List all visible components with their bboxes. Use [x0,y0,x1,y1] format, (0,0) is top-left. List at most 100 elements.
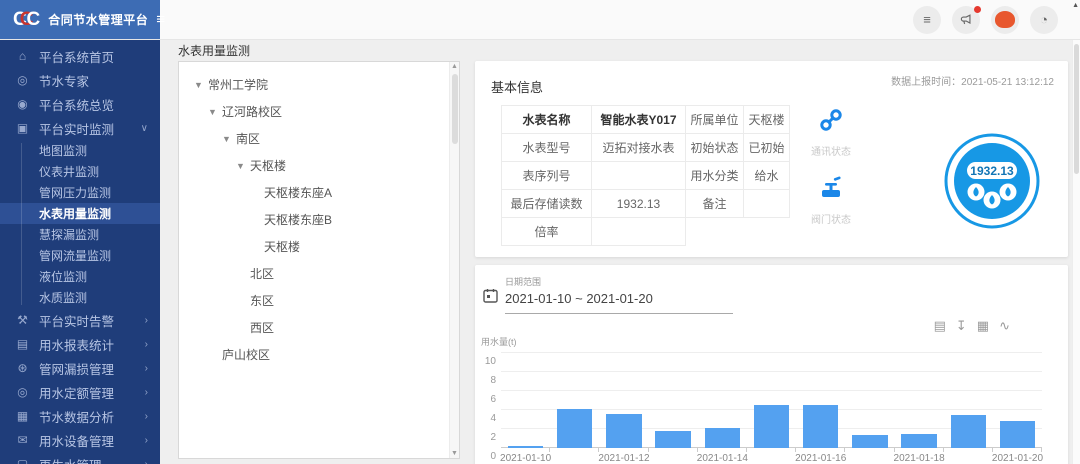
status-item: 阀门状态 [811,175,851,226]
sidebar-subitem[interactable]: 地图监测 [0,140,160,161]
app-title: 合同节水管理平台 [48,11,148,28]
x-tick-label: 2021-01-12 [598,453,649,464]
tree-node[interactable]: ▼ 西区 [179,314,459,341]
announcement-icon[interactable] [952,6,980,34]
tree-caret-icon[interactable]: ▼ [236,161,250,171]
tree-node[interactable]: ▼ 天枢楼东座A [179,179,459,206]
bar [852,435,887,448]
y-axis-title: 用水量(t) [481,335,517,348]
sidebar-item[interactable]: ◎ 节水专家 [0,68,160,92]
sidebar-subitem[interactable]: 管网压力监测 [0,182,160,203]
bar [557,409,592,448]
logo-area: C C C 合同节水管理平台 ≡ [0,0,160,39]
date-range-input[interactable]: 日期范围 2021-01-10 ~ 2021-01-20 [505,275,733,314]
scroll-up-icon[interactable]: ▲ [451,63,458,70]
sidebar-submenu: 地图监测 仪表井监测 管网压力监测 水表用量监测 慧探漏监测 管网流量监测 液位… [0,140,160,308]
bar-slot [944,353,993,448]
tree-scrollbar[interactable]: ▲ ▼ [449,62,459,458]
bar-slot [845,353,894,448]
chevron-icon: ∨ [141,123,148,134]
x-tick-label: 2021-01-20 [992,453,1043,464]
sidebar-subitem[interactable]: 慧探漏监测 [0,224,160,245]
sidebar-item[interactable]: ◎ 用水定额管理 › [0,380,160,404]
bar-type-icon[interactable]: ▦ [977,319,989,332]
location-tree-panel: ▼ 常州工学院 ▼ 辽河路校区 ▼ 南区 ▼ 天枢楼 ▼ 天枢楼东座A ▼ 天枢… [178,61,460,459]
sidebar-item[interactable]: ⌂ 平台系统首页 [0,44,160,68]
table-cell: 倍率 [502,218,592,246]
y-tick-label: 10 [485,357,496,367]
sidebar-item[interactable]: ◉ 平台系统总览 [0,92,160,116]
chevron-icon: › [145,363,148,374]
expert-icon: ◎ [15,73,30,87]
bar-slot: 2021-01-16 [796,353,845,448]
tree-node[interactable]: ▼ 天枢楼 [179,233,459,260]
status-label: 阀门状态 [811,211,851,226]
sidebar-subitem[interactable]: 液位监测 [0,266,160,287]
topbar-actions: ≡◔ [913,0,1080,39]
sidebar-subitem[interactable]: 水质监测 [0,287,160,308]
bar [901,434,936,448]
scrollbar-corner-arrow[interactable]: ▲ [1072,2,1079,9]
tree-node[interactable]: ▼ 天枢楼 [179,152,459,179]
sidebar-item[interactable]: ⊛ 管网漏损管理 › [0,356,160,380]
table-cell [592,162,686,190]
table-row: 最后存储读数1932.13备注 [502,190,790,218]
bar-slot: 2021-01-12 [599,353,648,448]
sidebar-item[interactable]: ⚒ 平台实时告警 › [0,308,160,332]
meter-info-table: 水表名称智能水表Y017所属单位天枢楼水表型号迈拓对接水表初始状态已初始表序列号… [501,105,790,246]
chevron-icon: › [145,411,148,422]
bar-slot: 2021-01-10 [501,353,550,448]
bar-slot [747,353,796,448]
collapse-menu-icon[interactable]: ≡ [913,6,941,34]
sidebar-item[interactable]: ▤ 用水报表统计 › [0,332,160,356]
sidebar-item[interactable]: ▦ 节水数据分析 › [0,404,160,428]
table-cell: 给水 [744,162,790,190]
sidebar-subitem[interactable]: 仪表井监测 [0,161,160,182]
date-range-value: 2021-01-10 ~ 2021-01-20 [505,291,733,306]
tree-node[interactable]: ▼ 天枢楼东座B [179,206,459,233]
page-scrollbar-thumb[interactable] [1074,44,1079,174]
x-tick-label: 2021-01-18 [894,453,945,464]
tree-caret-icon[interactable]: ▼ [194,80,208,90]
pie-chart-icon[interactable]: ◔ [1030,6,1058,34]
tree-node[interactable]: ▼ 北区 [179,260,459,287]
page-scrollbar[interactable] [1072,40,1080,464]
status-item: 通讯状态 [811,107,851,158]
tree-caret-icon[interactable]: ▼ [208,107,222,117]
tree-node[interactable]: ▼ 东区 [179,287,459,314]
sidebar-item[interactable]: ▢ 再生水管理 › [0,452,160,464]
date-range-label: 日期范围 [505,275,733,288]
table-cell: 水表名称 [502,106,592,134]
tree-node[interactable]: ▼ 庐山校区 [179,341,459,368]
chevron-icon: › [145,339,148,350]
home-icon: ⌂ [15,49,30,63]
sidebar-subitem[interactable]: 管网流量监测 [0,245,160,266]
save-image-icon[interactable]: ↧ [956,319,967,332]
sidebar-item[interactable]: ✉ 用水设备管理 › [0,428,160,452]
meter-reading: 1932.13 [970,164,1014,178]
tree-node[interactable]: ▼ 辽河路校区 [179,98,459,125]
usage-chart-panel: 日期范围 2021-01-10 ~ 2021-01-20 ▤ ↧ ▦ ∿ 用水量(t)… [475,265,1068,464]
user-avatar[interactable] [991,6,1019,34]
table-cell: 最后存储读数 [502,190,592,218]
x-tick-label: 2021-01-16 [795,453,846,464]
tree-caret-icon[interactable]: ▼ [222,134,236,144]
table-cell: 初始状态 [686,134,744,162]
status-label: 通讯状态 [811,143,851,158]
line-type-icon[interactable]: ∿ [999,319,1010,332]
table-cell: 用水分类 [686,162,744,190]
basic-info-panel: 基本信息 数据上报时间：2021-05-21 13:12:12 水表名称智能水表… [475,61,1068,257]
tree-node[interactable]: ▼ 常州工学院 [179,71,459,98]
hamburger-menu-icon[interactable]: ≡ [156,11,165,28]
calendar-icon [483,288,498,314]
scroll-down-icon[interactable]: ▼ [451,450,458,457]
sidebar-subitem[interactable]: 水表用量监测 [0,203,160,224]
tree-node[interactable]: ▼ 南区 [179,125,459,152]
analysis-icon: ▦ [15,409,30,423]
data-view-icon[interactable]: ▤ [934,319,946,332]
scrollbar-thumb[interactable] [452,74,458,144]
main-content: 水表用量监测 ▼ 常州工学院 ▼ 辽河路校区 ▼ 南区 ▼ 天枢楼 ▼ 天枢楼东… [160,40,1072,464]
water-meter-graphic: 1932.13 [942,131,1042,236]
brand-logo: C C C [13,10,40,29]
sidebar-item[interactable]: ▣ 平台实时监测 ∨ [0,116,160,140]
